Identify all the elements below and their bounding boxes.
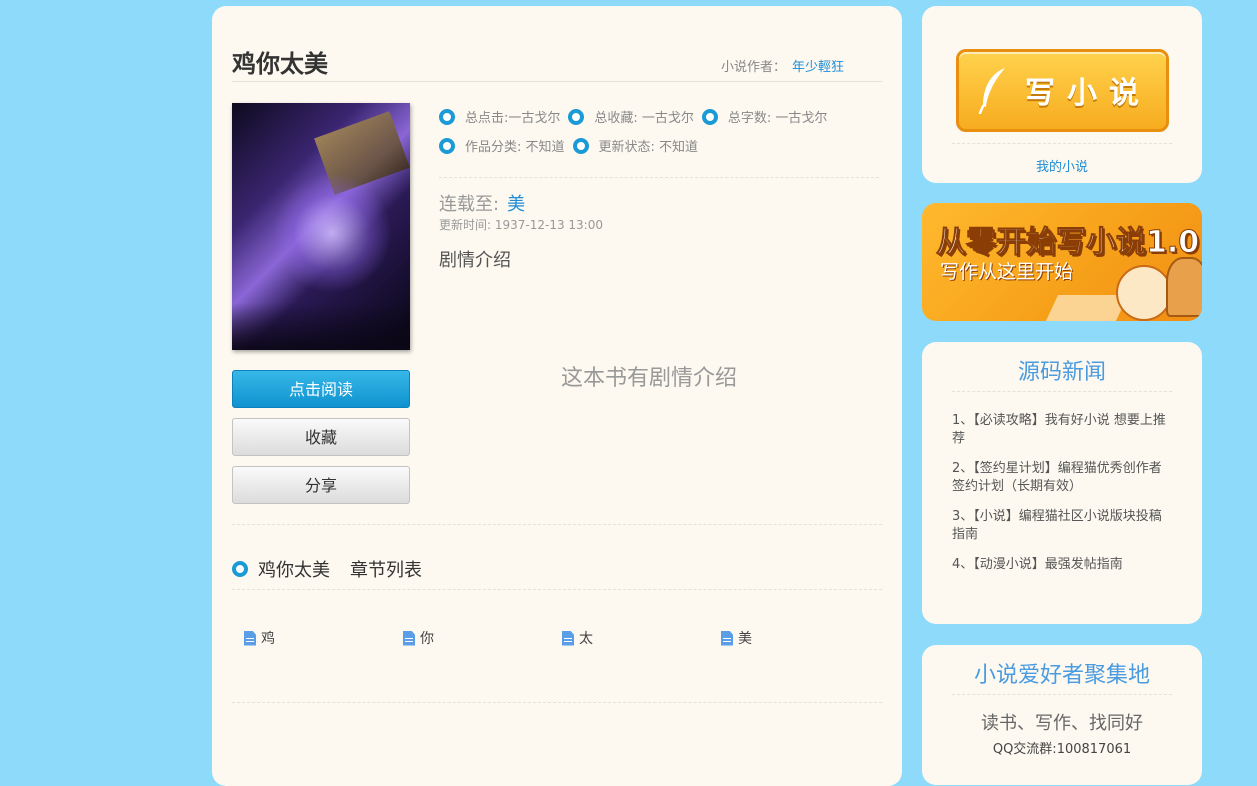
divider bbox=[439, 177, 879, 178]
stat-total-clicks: 总点击:一古戈尔 bbox=[439, 107, 560, 126]
news-title: 源码新闻 bbox=[1017, 360, 1106, 385]
latest-chapter-link[interactable]: 美 bbox=[507, 194, 525, 215]
chapter-link[interactable]: 美 bbox=[721, 628, 880, 648]
banner-title: 从零开始写小说1.0 bbox=[935, 225, 1200, 261]
chapter-book-name: 鸡你太美 bbox=[258, 560, 330, 581]
community-title: 小说爱好者聚集地 bbox=[973, 663, 1150, 688]
divider bbox=[232, 524, 882, 525]
read-button[interactable]: 点击阅读 bbox=[232, 370, 410, 408]
stat-total-words: 总字数: 一古戈尔 bbox=[701, 107, 827, 126]
serial-progress: 连载至: 美 bbox=[439, 194, 526, 215]
book-cover-image bbox=[232, 103, 410, 350]
chapter-link[interactable]: 太 bbox=[562, 628, 721, 648]
divider bbox=[232, 702, 882, 703]
ring-bullet-icon bbox=[439, 108, 455, 125]
news-list: 1、【必读攻略】我有好小说 想要上推荐 2、【签约星计划】编程猫优秀创作者签约计… bbox=[952, 412, 1174, 586]
document-icon bbox=[562, 630, 574, 646]
news-item[interactable]: 4、【动漫小说】最强发帖指南 bbox=[952, 556, 1174, 574]
share-button[interactable]: 分享 bbox=[232, 466, 410, 504]
tutorial-banner[interactable]: 从零开始写小说1.0 写作从这里开始 bbox=[922, 203, 1202, 321]
divider bbox=[232, 589, 882, 590]
mascot-fox-icon bbox=[1166, 257, 1202, 317]
ring-bullet-icon bbox=[701, 108, 718, 125]
community-slogan: 读书、写作、找同好 bbox=[981, 713, 1143, 734]
write-novel-label: 写小说 bbox=[1025, 76, 1151, 111]
book-stats: 总点击:一古戈尔 总收藏: 一古戈尔 总字数: 一古戈尔 作品分类: 不知道 更… bbox=[439, 102, 884, 160]
my-novels-link[interactable]: 我的小说 bbox=[922, 156, 1202, 175]
stat-category: 作品分类: 不知道 bbox=[439, 136, 565, 155]
ring-bullet-icon bbox=[439, 137, 455, 154]
chapter-list-label: 章节列表 bbox=[350, 560, 422, 581]
write-novel-button[interactable]: 写小说 bbox=[956, 49, 1169, 132]
mascot-cat-icon bbox=[1116, 265, 1172, 321]
news-item[interactable]: 3、【小说】编程猫社区小说版块投稿指南 bbox=[952, 508, 1174, 544]
news-item[interactable]: 1、【必读攻略】我有好小说 想要上推荐 bbox=[952, 412, 1174, 448]
title-row: 鸡你太美 小说作者： 年少輕狂 bbox=[232, 42, 882, 82]
intro-heading: 剧情介绍 bbox=[439, 250, 511, 271]
ring-bullet-icon bbox=[232, 561, 248, 577]
write-novel-box: 写小说 我的小说 bbox=[922, 6, 1202, 183]
chapter-link[interactable]: 鸡 bbox=[244, 628, 403, 648]
intro-text: 这本书有剧情介绍 bbox=[560, 366, 737, 391]
author-info: 小说作者： 年少輕狂 bbox=[721, 56, 844, 75]
banner-subtitle: 写作从这里开始 bbox=[940, 261, 1074, 283]
community-box: 小说爱好者聚集地 读书、写作、找同好 QQ交流群:100817061 bbox=[922, 645, 1202, 785]
stat-update-status: 更新状态: 不知道 bbox=[572, 136, 698, 155]
ring-bullet-icon bbox=[568, 108, 585, 125]
chapter-list-heading: 鸡你太美 章节列表 bbox=[232, 556, 422, 582]
quill-icon bbox=[978, 68, 1005, 114]
document-icon bbox=[721, 630, 733, 646]
update-time: 更新时间: 1937-12-13 13:00 bbox=[439, 218, 603, 232]
book-title: 鸡你太美 bbox=[232, 50, 328, 78]
author-link[interactable]: 年少輕狂 bbox=[792, 60, 844, 75]
community-qq: QQ交流群:100817061 bbox=[992, 742, 1132, 757]
news-item[interactable]: 2、【签约星计划】编程猫优秀创作者签约计划（长期有效） bbox=[952, 460, 1174, 496]
ring-bullet-icon bbox=[572, 137, 589, 154]
author-label: 小说作者： bbox=[720, 60, 786, 75]
chapter-link[interactable]: 你 bbox=[403, 628, 562, 648]
stat-total-favorites: 总收藏: 一古戈尔 bbox=[568, 107, 694, 126]
news-box: 源码新闻 1、【必读攻略】我有好小说 想要上推荐 2、【签约星计划】编程猫优秀创… bbox=[922, 342, 1202, 624]
book-detail-panel: 鸡你太美 小说作者： 年少輕狂 点击阅读 收藏 分享 总点击:一古戈尔 总收藏: … bbox=[212, 6, 902, 786]
favorite-button[interactable]: 收藏 bbox=[232, 418, 410, 456]
chapter-list: 鸡 你 太 美 bbox=[244, 628, 884, 648]
document-icon bbox=[403, 630, 415, 646]
document-icon bbox=[244, 630, 256, 646]
